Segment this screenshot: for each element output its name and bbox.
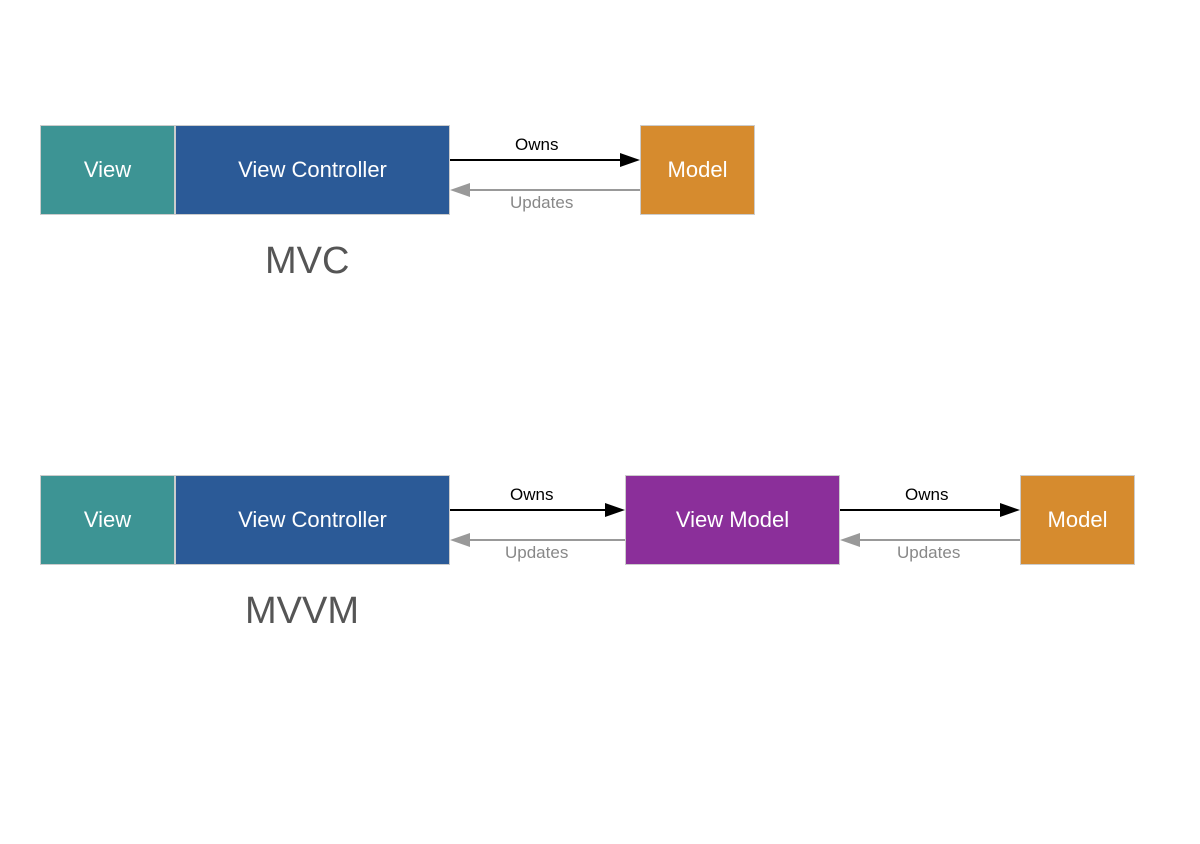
mvc-viewcontroller-label: View Controller (238, 157, 387, 183)
mvvm-model-label: Model (1048, 507, 1108, 533)
mvc-view-box: View (40, 125, 175, 215)
mvc-viewcontroller-box: View Controller (175, 125, 450, 215)
mvvm-model-box: Model (1020, 475, 1135, 565)
mvvm-viewmodel-label: View Model (676, 507, 789, 533)
mvvm-title: MVVM (245, 590, 359, 633)
mvvm-owns-label-2: Owns (905, 485, 948, 505)
mvc-view-label: View (84, 157, 131, 183)
mvvm-viewmodel-box: View Model (625, 475, 840, 565)
mvvm-view-box: View (40, 475, 175, 565)
mvvm-viewcontroller-label: View Controller (238, 507, 387, 533)
mvc-model-box: Model (640, 125, 755, 215)
mvvm-updates-label-2: Updates (897, 543, 960, 563)
mvvm-view-label: View (84, 507, 131, 533)
mvc-model-label: Model (668, 157, 728, 183)
mvc-title: MVC (265, 240, 349, 283)
mvvm-updates-label-1: Updates (505, 543, 568, 563)
mvc-updates-label: Updates (510, 193, 573, 213)
mvvm-owns-label-1: Owns (510, 485, 553, 505)
mvvm-viewcontroller-box: View Controller (175, 475, 450, 565)
mvc-owns-label: Owns (515, 135, 558, 155)
